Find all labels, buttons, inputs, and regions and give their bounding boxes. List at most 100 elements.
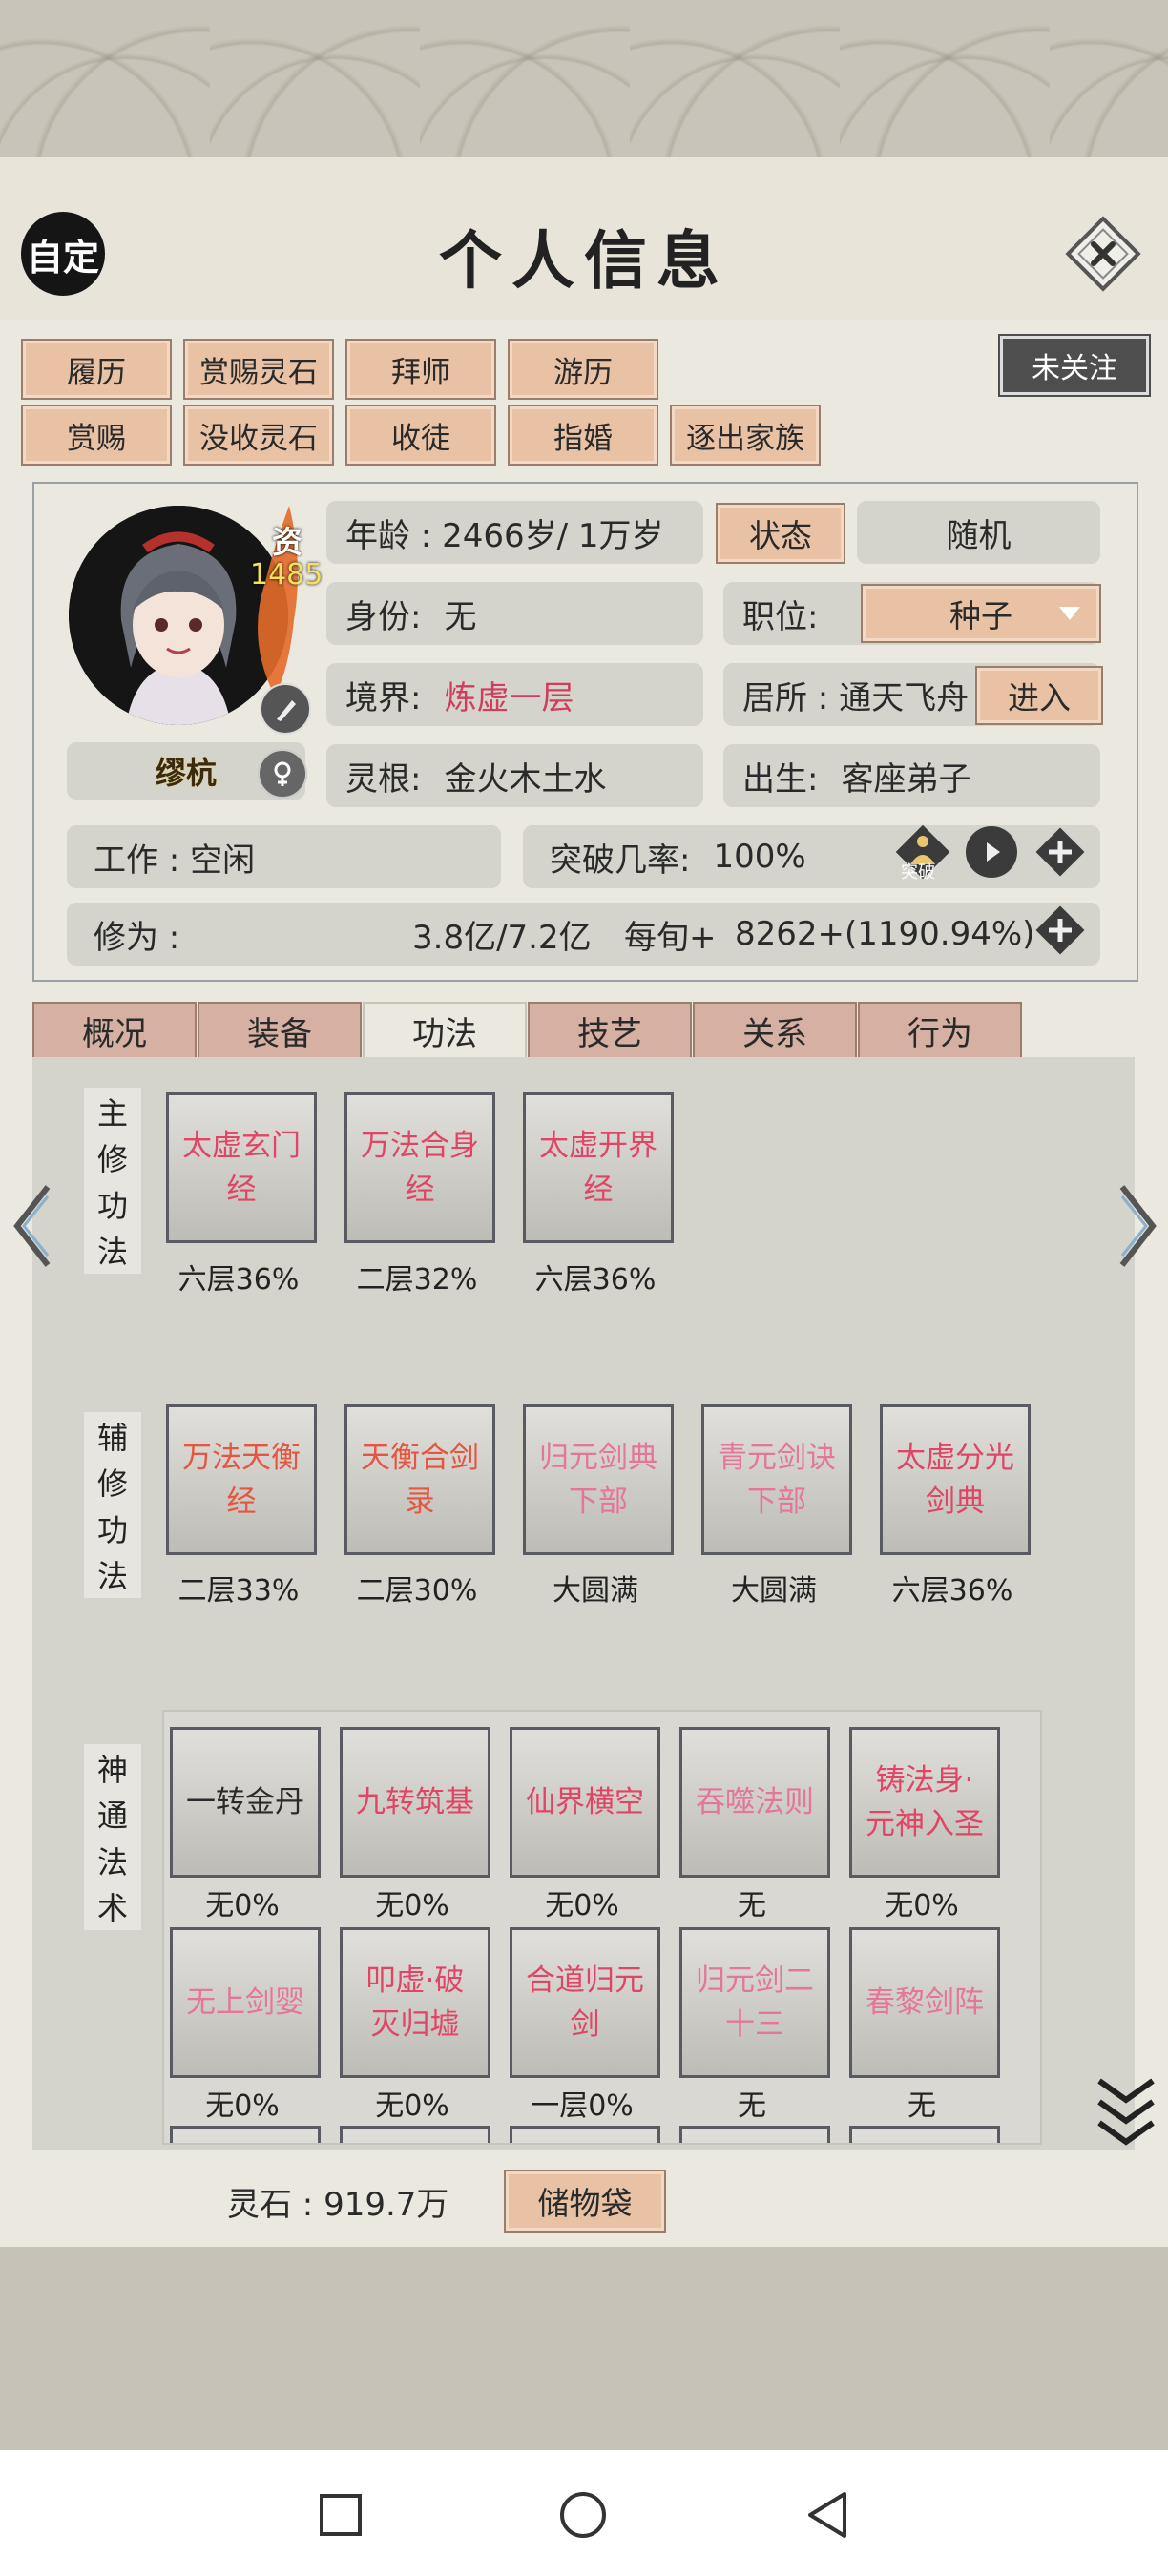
spell-card[interactable]: 仙界横空: [510, 1727, 660, 1878]
tab-relations[interactable]: 关系: [693, 1002, 857, 1059]
spell-level: 一层0%: [531, 2089, 634, 2123]
residence-text: 居所 : 通天飞舟: [742, 678, 970, 717]
arrange-marriage-button[interactable]: 指婚: [508, 405, 658, 466]
spell-card-partial[interactable]: [340, 2126, 490, 2143]
main-skill-card[interactable]: 太虚玄门经: [166, 1092, 317, 1243]
plus-icon: [1035, 905, 1085, 955]
aux-skill-level: 二层30%: [356, 1574, 478, 1608]
add-cultivation-button[interactable]: [1034, 904, 1086, 956]
status-button[interactable]: 状态: [716, 503, 845, 564]
spell-level: 无0%: [885, 1889, 959, 1922]
tab-skills[interactable]: 技艺: [528, 1002, 692, 1059]
aux-skill-level: 二层33%: [177, 1574, 300, 1608]
spells-label: 神 通 法 术: [84, 1744, 141, 1930]
history-button[interactable]: 履历: [21, 339, 172, 400]
spirit-root-label: 灵根:: [345, 759, 422, 799]
reward-stones-button[interactable]: 赏赐灵石: [183, 339, 334, 400]
spirit-root-pill: 灵根: 金火木土水: [326, 744, 703, 807]
birth-label: 出生:: [742, 759, 819, 799]
spell-card[interactable]: 归元剑二十三: [679, 1927, 830, 2078]
spell-card[interactable]: 合道归元剑: [510, 1927, 660, 2078]
realm-value: 炼虚一层: [444, 678, 574, 717]
breakthrough-button[interactable]: 突破: [893, 822, 952, 883]
identity-label: 身份:: [345, 597, 422, 636]
main-skill-level: 六层36%: [177, 1263, 300, 1297]
spell-level: 无0%: [545, 1889, 619, 1922]
spell-card[interactable]: 叩虚·破灭归墟: [340, 1927, 490, 2078]
work-pill: 工作 : 空闲: [67, 825, 501, 888]
spell-card-partial[interactable]: [510, 2126, 660, 2143]
aptitude-value: 1485: [250, 558, 323, 592]
cultivation-label: 修为 :: [94, 918, 180, 957]
birth-value: 客座弟子: [841, 759, 971, 799]
tab-equipment[interactable]: 装备: [198, 1002, 362, 1059]
close-icon: [1065, 216, 1141, 292]
recent-apps-icon[interactable]: [318, 2492, 364, 2538]
spell-card-partial[interactable]: [679, 2126, 830, 2143]
tab-behavior[interactable]: 行为: [858, 1002, 1022, 1059]
spell-level: 无: [738, 2089, 766, 2123]
spell-card[interactable]: 铸法身·元神入圣: [849, 1727, 1000, 1878]
top-decoration: [0, 0, 1168, 162]
home-icon[interactable]: [558, 2490, 608, 2540]
spell-card[interactable]: 九转筑基: [340, 1727, 490, 1878]
realm-label: 境界:: [345, 678, 422, 717]
gender-badge: [258, 749, 307, 799]
breakthrough-icon-label: 突破: [901, 862, 935, 883]
spell-level: 无0%: [205, 1889, 280, 1922]
aux-skill-card[interactable]: 归元剑典下部: [523, 1404, 674, 1555]
main-skill-card[interactable]: 太虚开界经: [523, 1092, 674, 1243]
spell-card-partial[interactable]: [170, 2126, 321, 2143]
reward-button[interactable]: 赏赐: [21, 405, 172, 466]
scroll-down-icon[interactable]: [1095, 2075, 1157, 2150]
expel-button[interactable]: 逐出家族: [670, 405, 821, 466]
travel-button[interactable]: 游历: [508, 339, 658, 400]
confiscate-stones-button[interactable]: 没收灵石: [183, 405, 334, 466]
back-icon[interactable]: [804, 2490, 850, 2540]
play-button[interactable]: [966, 826, 1017, 878]
aux-skill-card[interactable]: 太虚分光剑典: [880, 1404, 1031, 1555]
spell-card[interactable]: 吞噬法则: [679, 1727, 830, 1878]
plus-icon: [1035, 827, 1085, 877]
aux-skills-label: 辅 修 功 法: [84, 1412, 141, 1598]
brush-icon: [277, 700, 296, 721]
aux-skill-card[interactable]: 天衡合剑录: [344, 1404, 495, 1555]
spell-level: 无0%: [375, 1889, 449, 1922]
close-button[interactable]: [1061, 212, 1145, 296]
enter-residence-button[interactable]: 进入: [975, 666, 1103, 725]
spell-card[interactable]: 春黎剑阵: [849, 1927, 1000, 2078]
spells-scroll-area[interactable]: 一转金丹 无0% 九转筑基 无0% 仙界横空 无0% 吞噬法则 无 铸法身·元神…: [162, 1710, 1042, 2145]
aux-skill-level: 大圆满: [731, 1574, 817, 1608]
chevron-right-icon[interactable]: [1113, 1183, 1160, 1269]
page-title: 个人信息: [439, 223, 729, 298]
spell-card[interactable]: 一转金丹: [170, 1727, 321, 1878]
aux-skill-card[interactable]: 万法天衡经: [166, 1404, 317, 1555]
add-breakthrough-button[interactable]: [1034, 826, 1086, 878]
position-select[interactable]: 种子: [861, 584, 1101, 643]
follow-button[interactable]: 未关注: [998, 334, 1151, 397]
aux-skill-level: 六层36%: [891, 1574, 1013, 1608]
identity-pill: 身份: 无: [326, 582, 703, 645]
main-skill-level: 二层32%: [356, 1263, 478, 1297]
storage-bag-button[interactable]: 储物袋: [504, 2170, 666, 2233]
spell-card-partial[interactable]: [849, 2126, 1000, 2143]
aux-skill-card[interactable]: 青元剑诀下部: [701, 1404, 852, 1555]
spirit-stone-count: 灵石 : 919.7万: [227, 2186, 449, 2224]
random-button[interactable]: 随机: [857, 501, 1100, 564]
work-text: 工作 : 空闲: [94, 841, 256, 880]
tab-techniques[interactable]: 功法: [363, 1002, 527, 1059]
take-disciple-button[interactable]: 收徒: [345, 405, 496, 466]
tab-overview[interactable]: 概况: [32, 1002, 197, 1059]
spell-level: 无: [907, 2089, 936, 2123]
age-pill: 年龄 : 2466岁/ 1万岁: [326, 501, 703, 564]
cultivation-pill: 修为 : 3.8亿/7.2亿 每旬+ 8262+(1190.94%): [67, 903, 1100, 966]
spell-card[interactable]: 无上剑婴: [170, 1927, 321, 2078]
character-name: 缪杭: [155, 755, 217, 791]
apprentice-button[interactable]: 拜师: [345, 339, 496, 400]
chevron-left-icon[interactable]: [10, 1183, 57, 1269]
identity-value: 无: [444, 597, 477, 636]
main-skill-card[interactable]: 万法合身经: [344, 1092, 495, 1243]
spell-level: 无: [738, 1889, 766, 1922]
edit-portrait-button[interactable]: [260, 683, 311, 735]
chevron-down-icon: [1059, 607, 1080, 620]
